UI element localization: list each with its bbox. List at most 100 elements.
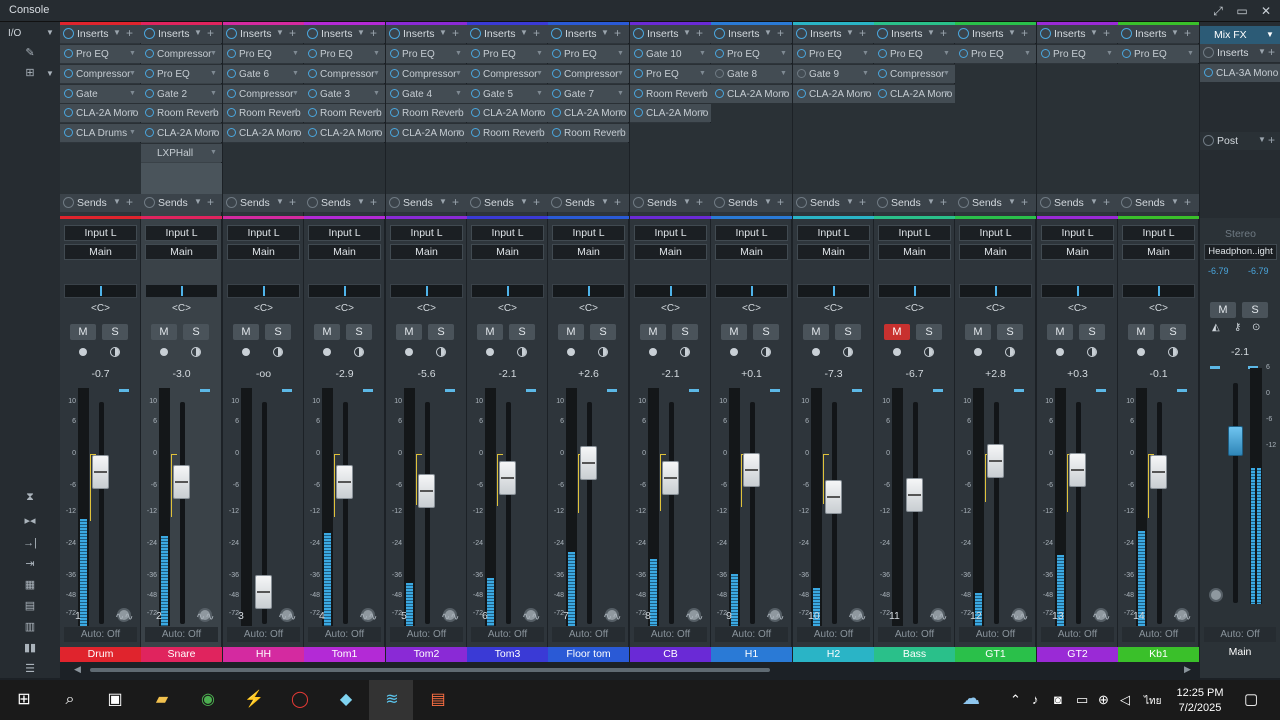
mute-button[interactable]: M — [477, 324, 503, 340]
volume-fader[interactable] — [743, 453, 760, 488]
insert-power-icon[interactable] — [145, 128, 154, 138]
insert-power-icon[interactable] — [390, 68, 399, 78]
opera-icon[interactable]: ◯ — [288, 688, 312, 712]
insert-dropdown-icon[interactable]: ▼ — [210, 109, 217, 116]
input-select[interactable]: Input L — [715, 225, 788, 241]
scrollbar-thumb[interactable] — [90, 668, 770, 672]
sends-add-icon[interactable]: + — [614, 195, 621, 209]
sends-header[interactable]: Sends ▼ + — [1037, 194, 1118, 212]
insert-power-icon[interactable] — [308, 108, 317, 118]
sends-power-icon[interactable] — [63, 197, 74, 208]
sends-header[interactable]: Sends ▼ + — [60, 194, 141, 212]
sends-dropdown-icon[interactable]: ▼ — [439, 197, 447, 206]
record-arm-button[interactable] — [160, 348, 168, 356]
insert-slot[interactable]: CLA-2A Mono ▼ — [874, 83, 955, 103]
automation-select[interactable]: Auto: Off — [715, 627, 788, 642]
insert-dropdown-icon[interactable]: ▼ — [455, 109, 462, 116]
insert-power-icon[interactable] — [308, 68, 317, 78]
inserts-power-icon[interactable] — [470, 28, 481, 39]
insert-empty-area[interactable] — [711, 103, 792, 194]
inserts-dropdown-icon[interactable]: ▼ — [194, 28, 202, 37]
insert-slot[interactable]: Room Reverb ▼ — [467, 123, 548, 143]
record-arm-button[interactable] — [649, 348, 657, 356]
sends-add-icon[interactable]: + — [533, 195, 540, 209]
insert-dropdown-icon[interactable]: ▼ — [292, 50, 299, 57]
input-select[interactable]: Input L — [227, 225, 300, 241]
mute-button[interactable]: M — [151, 324, 177, 340]
fx-insert-slot[interactable]: CLA-3A Mono — [1200, 63, 1280, 82]
insert-dropdown-icon[interactable]: ▼ — [455, 129, 462, 136]
insert-power-icon[interactable] — [552, 128, 561, 138]
waveform-icon[interactable]: ∿∿ — [766, 610, 784, 623]
inserts-power-icon[interactable] — [1040, 28, 1051, 39]
insert-slot[interactable]: Compressor ▼ — [548, 63, 629, 83]
io-dropdown-icon[interactable]: ▼ — [46, 28, 54, 37]
pan-slider[interactable] — [145, 284, 218, 298]
channel-name[interactable]: HH — [223, 647, 304, 662]
windows-start-icon[interactable]: ⊞ — [12, 688, 36, 712]
inserts-dropdown-icon[interactable]: ▼ — [764, 28, 772, 37]
inserts-dropdown-icon[interactable]: ▼ — [113, 28, 121, 37]
tool-icon[interactable]: ⚡ — [242, 688, 266, 712]
input-select[interactable]: Input L — [797, 225, 870, 241]
microphone-icon[interactable]: ♪ — [1032, 692, 1039, 707]
sends-add-icon[interactable]: + — [1021, 195, 1028, 209]
output-select[interactable]: Main — [227, 244, 300, 260]
fader-track[interactable] — [750, 402, 755, 624]
insert-power-icon[interactable] — [471, 88, 480, 98]
automation-select[interactable]: Auto: Off — [227, 627, 300, 642]
insert-slot[interactable]: Room Reverb ▼ — [548, 123, 629, 143]
insert-power-icon[interactable] — [390, 108, 399, 118]
input-select[interactable]: Input L — [471, 225, 544, 241]
insert-dropdown-icon[interactable]: ▼ — [699, 50, 706, 57]
insert-slot[interactable]: Compressor ▼ — [467, 63, 548, 83]
waveform-icon[interactable]: ∿∿ — [278, 610, 296, 623]
sends-dropdown-icon[interactable]: ▼ — [357, 197, 365, 206]
inserts-header[interactable]: Inserts ▼ + — [1118, 25, 1199, 43]
fader-track[interactable] — [425, 402, 430, 624]
insert-power-icon[interactable] — [227, 128, 236, 138]
insert-dropdown-icon[interactable]: ▼ — [210, 149, 217, 156]
inserts-dropdown-icon[interactable]: ▼ — [683, 28, 691, 37]
record-arm-button[interactable] — [323, 348, 331, 356]
volume-fader[interactable] — [92, 455, 109, 490]
inserts-power-icon[interactable] — [226, 28, 237, 39]
output-select[interactable]: Main — [308, 244, 381, 260]
input-select[interactable]: Input L — [634, 225, 707, 241]
insert-empty-area[interactable] — [304, 143, 385, 194]
volume-fader[interactable] — [987, 443, 1004, 478]
monitor-button[interactable] — [843, 347, 853, 357]
menu-icon[interactable]: ☰ — [0, 660, 60, 678]
inserts-add-icon[interactable]: + — [940, 26, 947, 40]
input-select[interactable]: Input L — [878, 225, 951, 241]
insert-power-icon[interactable] — [64, 49, 73, 58]
output-select[interactable]: Main — [1041, 244, 1114, 260]
mute-button[interactable]: M — [396, 324, 422, 340]
automation-select[interactable]: Auto: Off — [552, 627, 625, 642]
inserts-header[interactable]: Inserts ▼ + — [548, 25, 629, 43]
sends-add-icon[interactable]: + — [859, 195, 866, 209]
insert-empty-area[interactable] — [548, 143, 629, 194]
sends-dropdown-icon[interactable]: ▼ — [1008, 197, 1016, 206]
main-fader-cap[interactable] — [1228, 426, 1243, 456]
mute-button[interactable]: M — [965, 324, 991, 340]
mix-fx-dropdown-icon[interactable]: ▼ — [1266, 30, 1274, 39]
channel-name[interactable]: Drum — [60, 647, 141, 662]
inserts-header[interactable]: Inserts ▼ + — [874, 25, 955, 43]
volume-fader[interactable] — [1150, 455, 1167, 490]
insert-slot[interactable]: CLA Drums ▼ — [60, 123, 141, 143]
insert-dropdown-icon[interactable]: ▼ — [1024, 50, 1031, 57]
studio-one-icon[interactable]: ≋ — [380, 688, 404, 712]
solo-button[interactable]: S — [346, 324, 372, 340]
insert-dropdown-icon[interactable]: ▼ — [617, 90, 624, 97]
insert-power-icon[interactable] — [145, 68, 154, 78]
pan-slider[interactable] — [715, 284, 788, 298]
inserts-dropdown-icon[interactable]: ▼ — [439, 28, 447, 37]
insert-dropdown-icon[interactable]: ▼ — [862, 50, 869, 57]
main-output-select[interactable]: Headphon..ight — [1204, 244, 1277, 260]
inserts-header[interactable]: Inserts ▼ + — [711, 25, 792, 43]
inserts-add-icon[interactable]: + — [289, 26, 296, 40]
channel-name[interactable]: Tom1 — [304, 647, 385, 662]
insert-dropdown-icon[interactable]: ▼ — [1106, 50, 1113, 57]
scroll-right-icon[interactable]: ▶ — [1184, 664, 1191, 675]
